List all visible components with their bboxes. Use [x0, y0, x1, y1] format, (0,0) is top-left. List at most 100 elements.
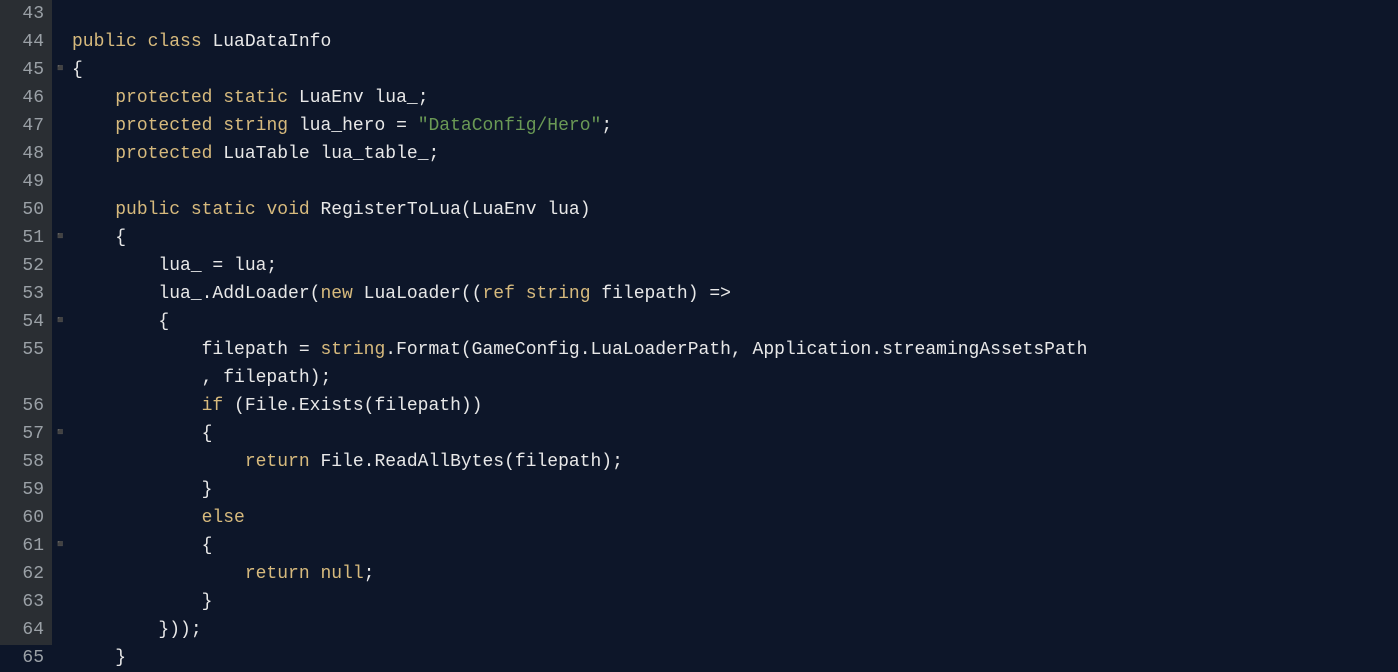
line-number: 63 [4, 588, 44, 616]
line-number-gutter: 4344454647484950515253545556575859606162… [0, 0, 52, 645]
code-line[interactable]: public static void RegisterToLua(LuaEnv … [72, 196, 1398, 224]
code-area[interactable]: public class LuaDataInfo { protected stat… [68, 0, 1398, 645]
line-number: 43 [4, 0, 44, 28]
token-plain [137, 32, 148, 52]
code-line[interactable]: { [72, 224, 1398, 252]
token-plain: lua_; [364, 88, 429, 108]
token-plain [72, 200, 115, 220]
line-number [4, 364, 44, 392]
token-plain [212, 116, 223, 136]
code-line[interactable]: { [72, 308, 1398, 336]
line-number: 62 [4, 560, 44, 588]
line-number: 58 [4, 448, 44, 476]
token-plain [72, 396, 202, 416]
token-plain: lua_ = lua; [72, 256, 277, 276]
token-plain [72, 116, 115, 136]
code-line[interactable]: } [72, 588, 1398, 616]
code-line[interactable] [72, 168, 1398, 196]
token-kw: null [320, 564, 363, 584]
code-line[interactable]: public class LuaDataInfo [72, 28, 1398, 56]
token-punc: { [158, 312, 169, 332]
code-line[interactable]: })); [72, 616, 1398, 644]
line-number: 54 [4, 308, 44, 336]
line-number: 50 [4, 196, 44, 224]
token-kw: return [245, 452, 310, 472]
code-line[interactable]: protected string lua_hero = "DataConfig/… [72, 112, 1398, 140]
code-line[interactable]: { [72, 532, 1398, 560]
token-kw: return [245, 564, 310, 584]
line-number: 59 [4, 476, 44, 504]
line-number: 65 [4, 644, 44, 672]
token-punc: { [72, 60, 83, 80]
code-line[interactable]: protected static LuaEnv lua_; [72, 84, 1398, 112]
code-editor[interactable]: 4344454647484950515253545556575859606162… [0, 0, 1398, 645]
token-plain: ; [364, 564, 375, 584]
token-kw: public [115, 200, 180, 220]
line-number: 55 [4, 336, 44, 364]
token-kw: string [320, 340, 385, 360]
line-number: 56 [4, 392, 44, 420]
token-plain: lua_table_; [310, 144, 440, 164]
fold-column[interactable]: ◾ ◾ ◾ ◾ ◾ [52, 0, 68, 645]
token-kw: protected [115, 88, 212, 108]
code-line[interactable]: if (File.Exists(filepath)) [72, 392, 1398, 420]
fold-marker-icon[interactable]: ◾ [54, 317, 64, 327]
token-plain [202, 32, 213, 52]
token-plain [515, 284, 526, 304]
token-plain [72, 508, 202, 528]
code-line[interactable]: , filepath); [72, 364, 1398, 392]
line-number: 46 [4, 84, 44, 112]
token-punc: { [115, 228, 126, 248]
code-line[interactable]: { [72, 56, 1398, 84]
token-kw: public [72, 32, 137, 52]
code-line[interactable]: protected LuaTable lua_table_; [72, 140, 1398, 168]
code-line[interactable]: } [72, 476, 1398, 504]
token-plain [72, 144, 115, 164]
token-plain [72, 564, 245, 584]
token-kw: ref [482, 284, 514, 304]
token-kw: string [223, 116, 288, 136]
token-plain [72, 536, 202, 556]
code-line[interactable]: filepath = string.Format(GameConfig.LuaL… [72, 336, 1398, 364]
token-typ: LuaDataInfo [212, 32, 331, 52]
token-punc: { [202, 536, 213, 556]
token-plain: LuaLoader(( [353, 284, 483, 304]
token-plain: filepath = [72, 340, 320, 360]
code-line[interactable]: lua_.AddLoader(new LuaLoader((ref string… [72, 280, 1398, 308]
token-punc: } [202, 480, 213, 500]
token-typ: LuaEnv [299, 88, 364, 108]
code-line[interactable]: return File.ReadAllBytes(filepath); [72, 448, 1398, 476]
token-plain [72, 228, 115, 248]
code-line[interactable] [72, 0, 1398, 28]
fold-marker-icon[interactable]: ◾ [54, 429, 64, 439]
token-punc: } [202, 592, 213, 612]
token-plain [256, 200, 267, 220]
token-punc: { [202, 424, 213, 444]
token-plain: , filepath); [72, 368, 331, 388]
line-number: 61 [4, 532, 44, 560]
token-plain: (File.Exists(filepath)) [223, 396, 482, 416]
token-plain [72, 452, 245, 472]
line-number: 47 [4, 112, 44, 140]
code-line[interactable]: lua_ = lua; [72, 252, 1398, 280]
token-kw: if [202, 396, 224, 416]
line-number: 52 [4, 252, 44, 280]
code-line[interactable]: { [72, 420, 1398, 448]
token-plain: lua_hero = [288, 116, 418, 136]
fold-marker-icon[interactable]: ◾ [54, 541, 64, 551]
token-plain: .Format(GameConfig.LuaLoaderPath, Applic… [385, 340, 1087, 360]
fold-marker-icon[interactable]: ◾ [54, 233, 64, 243]
token-str: "DataConfig/Hero" [418, 116, 602, 136]
line-number: 64 [4, 616, 44, 644]
code-line[interactable]: return null; [72, 560, 1398, 588]
token-plain [72, 592, 202, 612]
fold-marker-icon[interactable]: ◾ [54, 65, 64, 75]
line-number: 53 [4, 280, 44, 308]
code-line[interactable]: else [72, 504, 1398, 532]
token-kw: else [202, 508, 245, 528]
token-kw: protected [115, 144, 212, 164]
token-kw: void [266, 200, 309, 220]
token-kw: protected [115, 116, 212, 136]
code-line[interactable]: } [72, 644, 1398, 672]
token-plain [180, 200, 191, 220]
